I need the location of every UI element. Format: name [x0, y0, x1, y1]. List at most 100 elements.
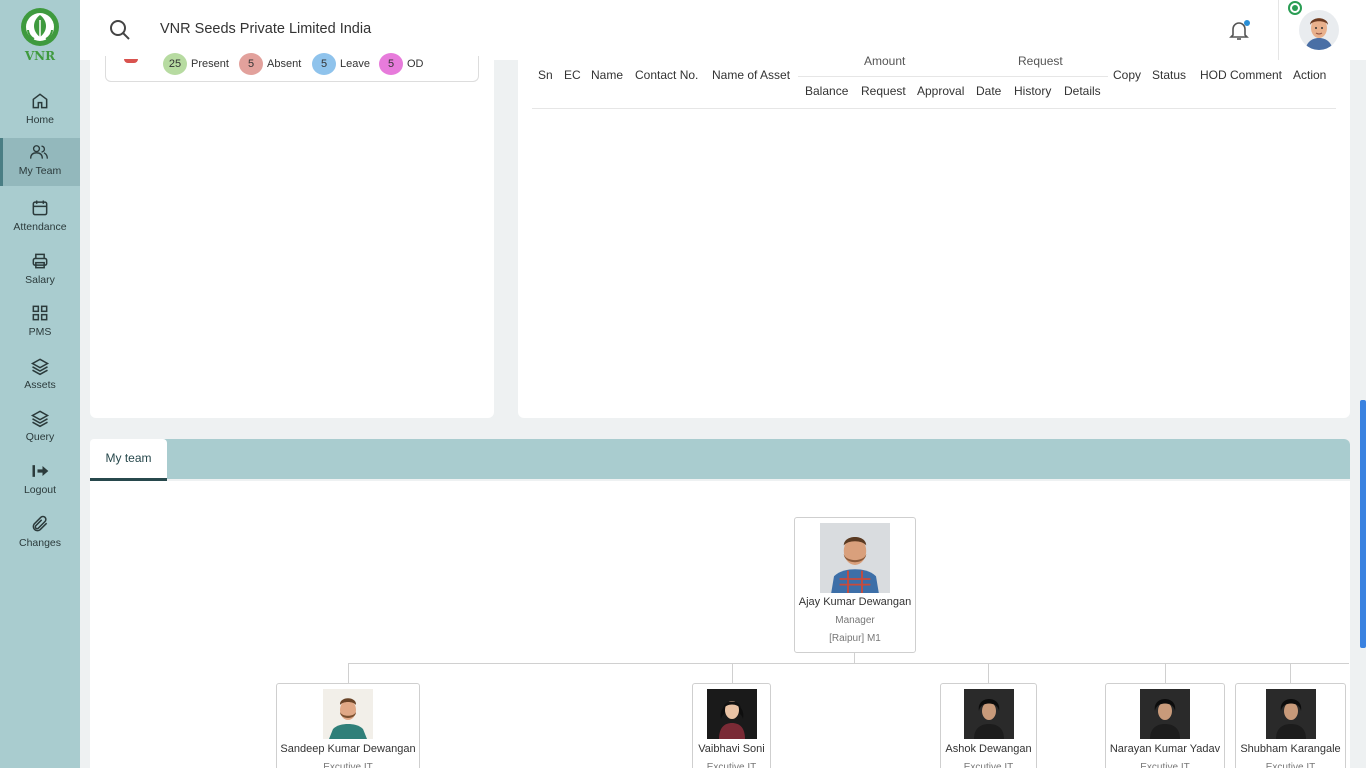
grid-icon — [32, 305, 48, 321]
logout-icon — [32, 465, 49, 477]
user-avatar[interactable] — [1299, 10, 1339, 50]
header-divider — [1278, 0, 1279, 60]
col-request: Request — [861, 84, 906, 98]
attendance-summary-card — [90, 56, 494, 418]
od-count: 5 — [379, 53, 403, 75]
online-status-indicator — [1288, 1, 1302, 15]
member-role: Excutive IT — [963, 762, 1014, 768]
manager-location: [Raipur] M1 — [829, 633, 881, 644]
col-hod-comment: HOD Comment — [1200, 68, 1283, 82]
vnr-logo[interactable]: VNR — [16, 6, 64, 64]
col-action: Action — [1293, 68, 1327, 82]
sidebar-item-home[interactable]: Home — [0, 89, 80, 141]
team-member-card[interactable]: Sandeep Kumar Dewangan Excutive IT — [276, 683, 420, 768]
member-photo — [1265, 689, 1316, 739]
od-label: OD — [407, 58, 424, 70]
sidebar: VNR Home My Team Attendance Salary PMS A… — [0, 0, 80, 768]
sidebar-item-attendance[interactable]: Attendance — [0, 196, 80, 248]
amount-group-header: Amount — [864, 54, 906, 68]
layers-icon — [30, 358, 50, 376]
connector-line — [1165, 663, 1166, 684]
page-scrollbar-track[interactable] — [1360, 0, 1366, 768]
connector-line — [1290, 663, 1291, 684]
col-name: Name — [591, 68, 624, 82]
col-copy: Copy — [1113, 68, 1142, 82]
sidebar-item-my-team[interactable]: My Team — [0, 138, 80, 186]
col-status: Status — [1152, 68, 1187, 82]
col-sn: Sn — [538, 68, 553, 82]
sidebar-item-label: Query — [25, 431, 55, 443]
team-member-card[interactable]: Shubham Karangale Excutive IT — [1235, 683, 1346, 768]
sidebar-item-pms[interactable]: PMS — [0, 301, 80, 353]
present-label: Present — [191, 58, 229, 70]
leave-label: Leave — [340, 58, 370, 70]
connector-line — [854, 652, 855, 663]
request-group-header: Request — [1018, 54, 1063, 68]
team-member-card[interactable]: Ashok Dewangan Excutive IT — [940, 683, 1037, 768]
col-details: Details — [1064, 84, 1101, 98]
col-balance: Balance — [805, 84, 849, 98]
sidebar-item-label: Salary — [25, 274, 55, 286]
leave-count-chip: 5 Leave — [312, 53, 370, 75]
connector-line — [732, 663, 733, 684]
sidebar-item-assets[interactable]: Assets — [0, 354, 80, 406]
col-contact: Contact No. — [635, 68, 699, 82]
sidebar-item-label: Changes — [18, 537, 62, 549]
paperclip-icon — [32, 515, 48, 532]
company-name: VNR Seeds Private Limited India — [160, 21, 372, 37]
col-history: History — [1014, 84, 1052, 98]
calendar-icon — [32, 200, 48, 216]
sidebar-item-label: PMS — [28, 326, 52, 338]
leave-count: 5 — [312, 53, 336, 75]
manager-photo — [820, 523, 890, 593]
absent-count-chip: 5 Absent — [239, 53, 301, 75]
search-icon[interactable] — [108, 18, 132, 42]
connector-line — [988, 663, 989, 684]
sidebar-item-salary[interactable]: Salary — [0, 249, 80, 301]
manager-name: Ajay Kumar Dewangan — [798, 596, 912, 608]
present-count-chip: 25 Present — [163, 53, 229, 75]
member-name: Vaibhavi Soni — [698, 743, 765, 755]
table-header-bottom-border — [532, 108, 1336, 109]
present-count: 25 — [163, 53, 187, 75]
notification-dot — [1244, 20, 1250, 26]
manager-card[interactable]: Ajay Kumar Dewangan Manager [Raipur] M1 — [794, 517, 916, 653]
top-header: VNR Seeds Private Limited India — [80, 0, 1366, 60]
member-role: Excutive IT — [1265, 762, 1316, 768]
col-date: Date — [976, 84, 1002, 98]
team-member-card[interactable]: Vaibhavi Soni Excutive IT — [692, 683, 771, 768]
member-name: Ashok Dewangan — [945, 743, 1032, 755]
col-ec: EC — [564, 68, 581, 82]
col-asset-name: Name of Asset — [712, 68, 791, 82]
col-approval: Approval — [917, 84, 965, 98]
sidebar-item-changes[interactable]: Changes — [0, 512, 80, 564]
team-member-card[interactable]: Narayan Kumar Yadav Excutive IT — [1105, 683, 1225, 768]
member-role: Excutive IT — [323, 762, 373, 768]
header-group-divider — [798, 76, 1108, 77]
sidebar-item-label: Home — [25, 114, 54, 126]
attendance-chart-fragment — [124, 59, 138, 63]
logo-text: VNR — [24, 49, 56, 63]
tab-my-team[interactable]: My team — [90, 439, 167, 481]
sidebar-item-label: My Team — [18, 165, 62, 177]
team-tab-bar: My team — [90, 439, 1350, 481]
od-count-chip: 5 OD — [379, 53, 424, 75]
users-icon — [30, 145, 48, 159]
member-name: Narayan Kumar Yadav — [1109, 743, 1221, 755]
sidebar-item-label: Attendance — [13, 221, 67, 233]
page-scrollbar-thumb[interactable] — [1360, 400, 1366, 648]
member-photo — [706, 689, 757, 739]
home-icon — [32, 93, 48, 109]
printer-icon — [32, 253, 48, 269]
member-role: Excutive IT — [1140, 762, 1190, 768]
member-name: Shubham Karangale — [1240, 743, 1341, 755]
asset-request-table-card: Amount Request Sn EC Name Contact No. Na… — [518, 54, 1350, 418]
connector-line — [348, 663, 349, 684]
connector-line — [348, 663, 1349, 664]
sidebar-item-logout[interactable]: Logout — [0, 459, 80, 511]
manager-role: Manager — [835, 615, 875, 626]
layers-icon — [30, 410, 50, 428]
absent-count: 5 — [239, 53, 263, 75]
sidebar-item-query[interactable]: Query — [0, 406, 80, 458]
member-role: Excutive IT — [706, 762, 757, 768]
